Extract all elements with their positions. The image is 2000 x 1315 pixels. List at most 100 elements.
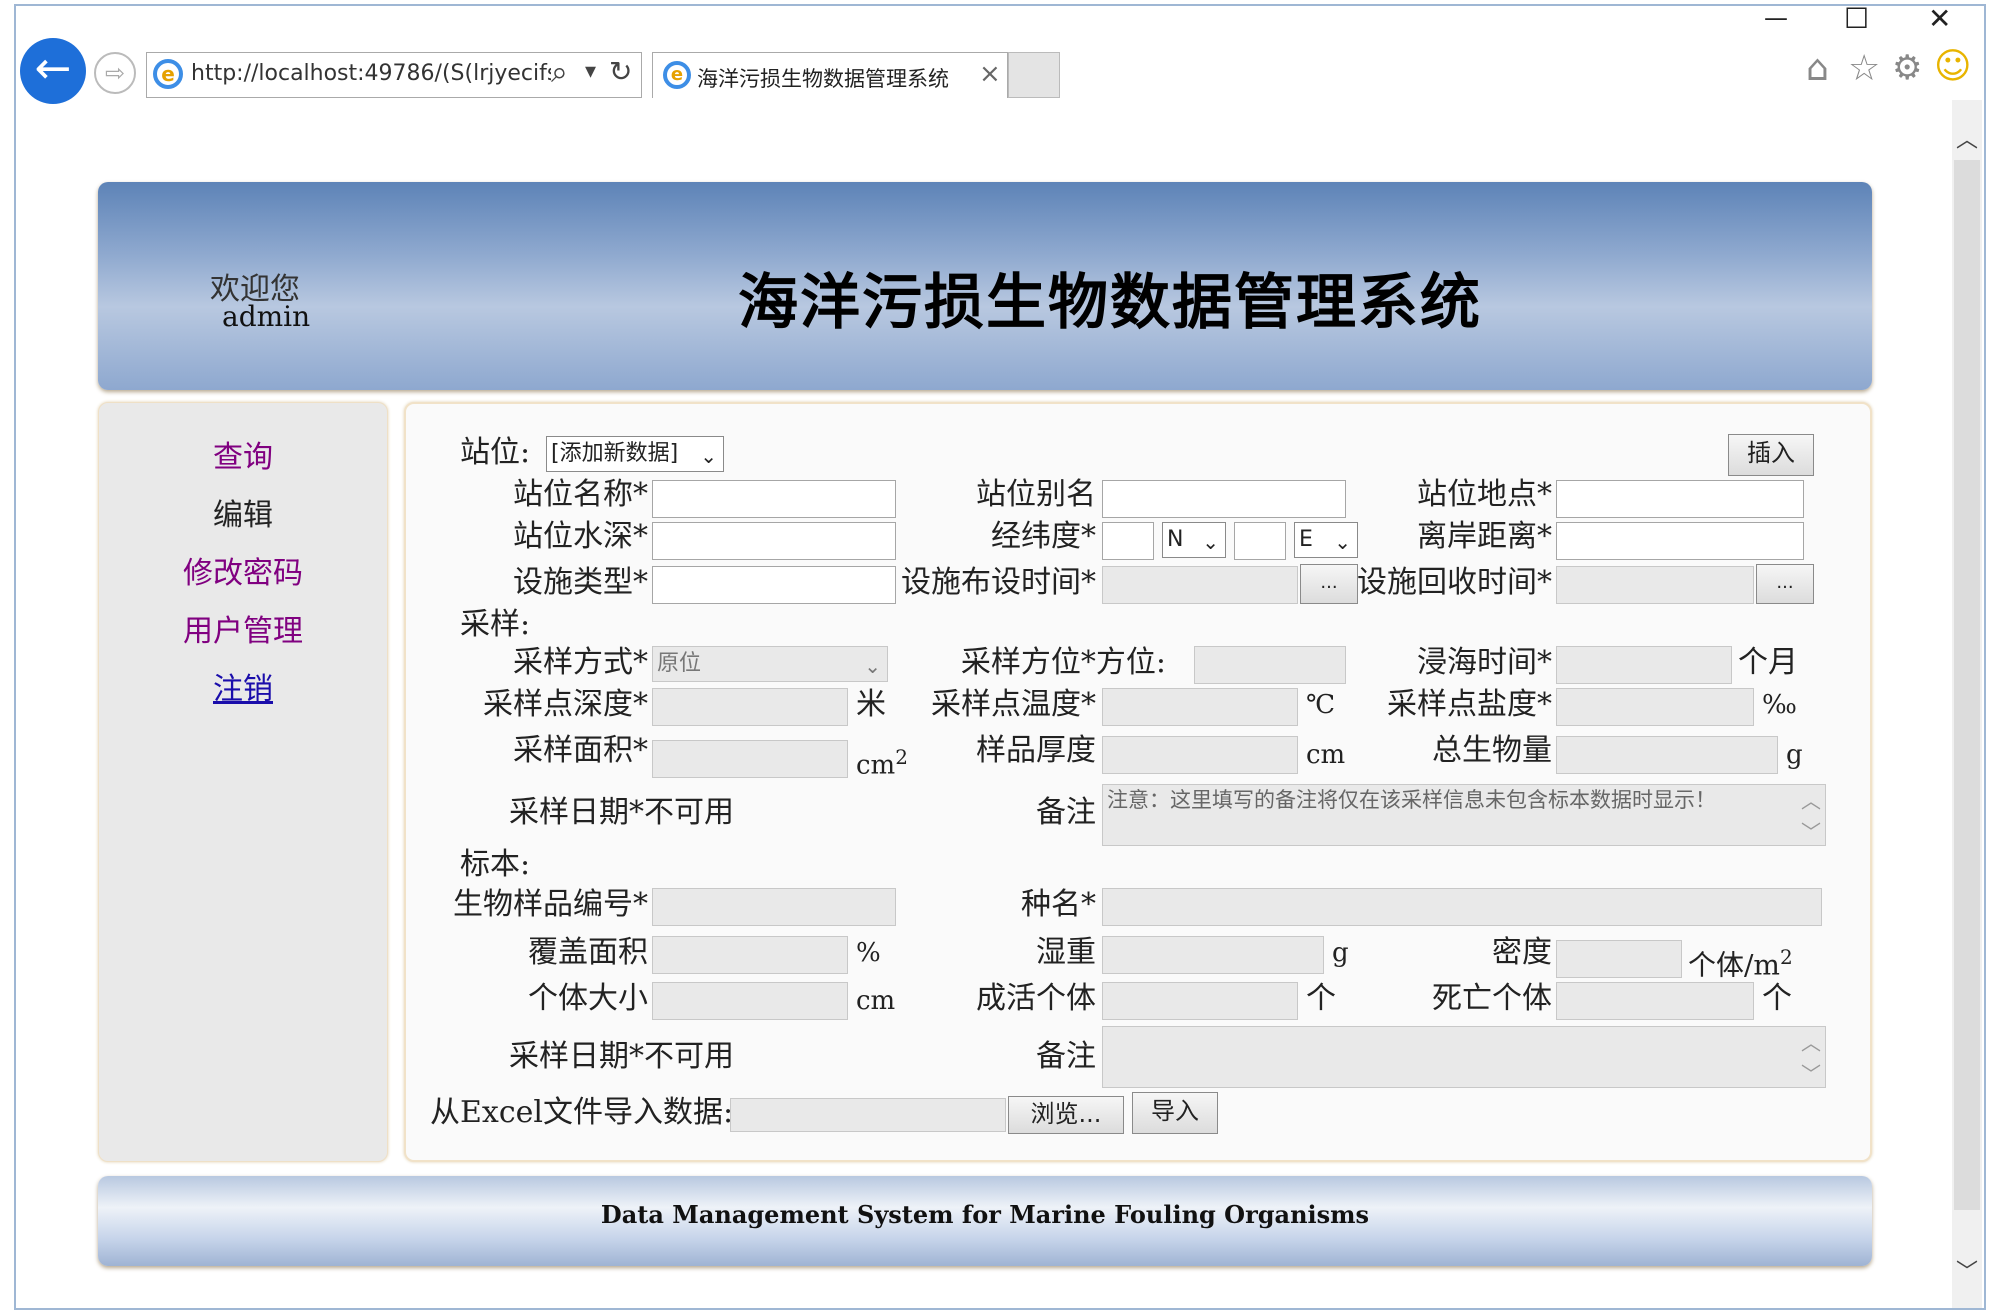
sampling-method-select[interactable]: 原位 ⌄ <box>652 646 888 682</box>
sampling-method-value: 原位 <box>657 651 702 676</box>
station-alias-input[interactable] <box>1102 480 1346 518</box>
sample-thickness-input[interactable] <box>1102 736 1298 774</box>
back-arrow-icon: ← <box>34 43 72 94</box>
immersion-unit: 个月 <box>1738 645 1798 680</box>
browser-tab[interactable]: e 海洋污损生物数据管理系统 × <box>652 52 1008 98</box>
gear-icon[interactable]: ⚙ <box>1892 48 1922 88</box>
species-input[interactable] <box>1102 888 1822 926</box>
latitude-input[interactable] <box>1102 522 1154 560</box>
immersion-time-input[interactable] <box>1556 646 1732 684</box>
deploy-time-input[interactable] <box>1102 566 1298 604</box>
chevron-down-icon: ⌄ <box>700 444 717 468</box>
ie-page-icon: e <box>153 59 183 89</box>
coverage-input[interactable] <box>652 936 848 974</box>
specimen-remark-textarea[interactable]: ︿ ﹀ <box>1102 1026 1826 1088</box>
chevron-down-icon: ⌄ <box>1334 530 1351 554</box>
forward-button[interactable]: ⇨ <box>94 52 136 94</box>
smiley-icon[interactable]: ☺ <box>1934 46 1972 87</box>
individual-size-input[interactable] <box>652 982 848 1020</box>
station-depth-input[interactable] <box>652 522 896 560</box>
station-label: 站位: <box>460 435 531 470</box>
sidebar-item-change-password[interactable]: 修改密码 <box>98 556 388 592</box>
sampling-direction-input[interactable] <box>1194 646 1346 684</box>
station-alias-label: 站位别名 <box>976 477 1096 512</box>
longitude-input[interactable] <box>1234 522 1286 560</box>
alive-label: 成活个体 <box>976 981 1096 1016</box>
sampling-direction-label: 采样方位*方位: <box>960 645 1166 680</box>
tab-close-icon[interactable]: × <box>979 59 1001 89</box>
excel-file-input[interactable] <box>730 1098 1006 1132</box>
maximize-icon[interactable]: ☐ <box>1844 2 1869 35</box>
density-input[interactable] <box>1556 940 1682 978</box>
individual-size-label: 个体大小 <box>528 981 648 1016</box>
import-button[interactable]: 导入 <box>1132 1092 1218 1134</box>
recover-time-picker-button[interactable]: ... <box>1756 564 1814 604</box>
sidebar-item-user-management[interactable]: 用户管理 <box>98 614 388 650</box>
sidebar-item-logout[interactable]: 注销 <box>98 672 388 708</box>
address-bar[interactable]: e http://localhost:49786/(S(lrjyecifsx ⌕… <box>146 52 642 98</box>
new-tab-button[interactable] <box>1008 52 1060 98</box>
chevron-down-icon: ⌄ <box>1202 530 1219 554</box>
biomass-unit: g <box>1786 740 1803 770</box>
facility-type-label: 设施类型* <box>513 565 648 600</box>
thickness-unit: cm <box>1306 740 1346 770</box>
latitude-direction-select[interactable]: N ⌄ <box>1162 522 1226 558</box>
alive-input[interactable] <box>1102 982 1298 1020</box>
station-location-input[interactable] <box>1556 480 1804 518</box>
minimize-icon[interactable]: — <box>1764 4 1788 32</box>
browse-button[interactable]: 浏览... <box>1008 1096 1124 1134</box>
specimen-date-label: 采样日期*不可用 <box>509 1039 734 1074</box>
sampling-depth-input[interactable] <box>652 688 848 726</box>
sidebar-item-query[interactable]: 查询 <box>98 440 388 476</box>
chevron-down-icon: ⌄ <box>864 654 881 678</box>
sampling-depth-label: 采样点深度* <box>483 687 648 722</box>
sampling-temp-label: 采样点温度* <box>931 687 1096 722</box>
dead-input[interactable] <box>1556 982 1754 1020</box>
station-select[interactable]: [添加新数据] ⌄ <box>546 436 724 472</box>
scroll-up-icon[interactable]: ︿ <box>1801 785 1821 814</box>
scroll-up-icon[interactable]: ︿ <box>1956 122 1978 154</box>
longitude-direction-select[interactable]: E ⌄ <box>1294 522 1358 558</box>
sampling-remark-textarea[interactable]: 注意：这里填写的备注将仅在该采样信息未包含标本数据时显示！ ︿ ﹀ <box>1102 784 1826 846</box>
sampling-area-input[interactable] <box>652 740 848 778</box>
sidebar-item-edit[interactable]: 编辑 <box>98 498 388 534</box>
recover-time-input[interactable] <box>1556 566 1754 604</box>
station-name-input[interactable] <box>652 480 896 518</box>
scrollbar-thumb[interactable] <box>1954 160 1980 1210</box>
scroll-down-icon[interactable]: ﹀ <box>1801 1058 1821 1087</box>
total-biomass-label: 总生物量 <box>1432 733 1552 768</box>
page-title: 海洋污损生物数据管理系统 <box>738 268 1482 338</box>
remark-label: 备注 <box>1036 795 1096 830</box>
star-icon[interactable]: ☆ <box>1848 48 1880 89</box>
immersion-time-label: 浸海时间* <box>1417 645 1552 680</box>
close-icon[interactable]: ✕ <box>1928 2 1951 35</box>
total-biomass-input[interactable] <box>1556 736 1778 774</box>
sampling-temp-input[interactable] <box>1102 688 1298 726</box>
url-text[interactable]: http://localhost:49786/(S(lrjyecifsx <box>191 61 551 86</box>
refresh-icon[interactable]: ↻ <box>609 55 632 88</box>
facility-type-input[interactable] <box>652 566 896 604</box>
scroll-up-icon[interactable]: ︿ <box>1801 1027 1821 1056</box>
offshore-input[interactable] <box>1556 522 1804 560</box>
station-depth-label: 站位水深* <box>513 519 648 554</box>
specimen-id-label: 生物样品编号* <box>453 887 648 922</box>
specimen-id-input[interactable] <box>652 888 896 926</box>
dropdown-icon[interactable]: ▾ <box>585 59 596 84</box>
scroll-down-icon[interactable]: ﹀ <box>1956 1254 1978 1286</box>
scroll-down-icon[interactable]: ﹀ <box>1801 816 1821 845</box>
home-icon[interactable]: ⌂ <box>1806 48 1829 89</box>
specimen-section-label: 标本: <box>460 847 531 882</box>
tab-title: 海洋污损生物数据管理系统 <box>697 67 949 91</box>
sampling-salinity-input[interactable] <box>1556 688 1754 726</box>
search-icon[interactable]: ⌕ <box>551 55 568 90</box>
sampling-section-label: 采样: <box>460 607 531 642</box>
longitude-direction-value: E <box>1299 527 1313 552</box>
wet-weight-input[interactable] <box>1102 936 1324 974</box>
back-button[interactable]: ← <box>20 38 86 104</box>
header-banner: 欢迎您 admin 海洋污损生物数据管理系统 <box>98 182 1872 390</box>
wet-weight-label: 湿重 <box>1036 935 1096 970</box>
insert-button[interactable]: 插入 <box>1728 434 1814 476</box>
temp-unit: ℃ <box>1306 690 1336 720</box>
station-select-value: [添加新数据] <box>551 441 679 466</box>
dead-label: 死亡个体 <box>1432 981 1552 1016</box>
